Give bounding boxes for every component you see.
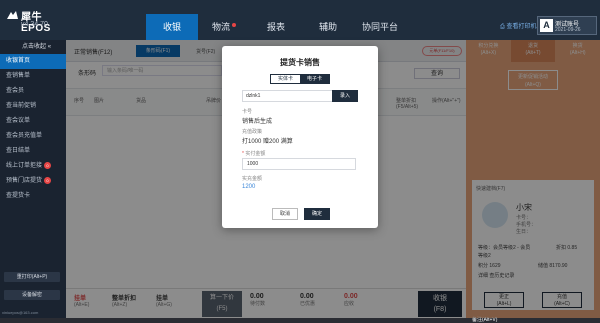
top-bar: 犀牛EPOS v4.34.70 收银 物流 报表 辅助 协同平台 ⎙ 查看打印机… — [0, 0, 600, 40]
card-type-tabs: 实体卡 电子卡 — [270, 74, 330, 84]
rhino-logo-icon — [7, 11, 18, 19]
cancel-button[interactable]: 取消 — [272, 208, 298, 220]
nav-assist[interactable]: 辅助 — [302, 14, 354, 40]
main-nav: 收银 物流 报表 辅助 协同平台 — [146, 14, 406, 40]
policy-label: 充值政策 — [242, 129, 263, 135]
count-badge: 0 — [44, 162, 52, 169]
sidebar-collapse[interactable]: 点击收起 « — [0, 40, 66, 54]
sidebar-item-online-orders[interactable]: 线上订单拒接 0 — [0, 159, 66, 174]
app-logo: 犀牛EPOS v4.34.70 — [6, 6, 66, 34]
app-version: v4.34.70 — [21, 21, 48, 28]
paid-amount-label: * 实付金额 — [242, 151, 266, 157]
device-unlock-button[interactable]: 设备解密 — [4, 290, 60, 300]
tab-electronic-card[interactable]: 电子卡 — [300, 75, 329, 83]
account-box[interactable]: A 测试账号 2021-09-26 — [537, 16, 597, 35]
nav-reports[interactable]: 报表 — [250, 14, 302, 40]
card-no-value: 销售后生成 — [242, 119, 273, 125]
account-avatar: A — [540, 19, 553, 32]
real-amount-value: 1200 — [242, 184, 256, 190]
nav-cashier[interactable]: 收银 — [146, 14, 198, 40]
sidebar-item-pickup-cards[interactable]: 查提货卡 — [0, 189, 66, 204]
count-badge: 0 — [44, 177, 52, 184]
dialog-title: 提货卡销售 — [280, 58, 320, 67]
pickup-card-sale-dialog: 提货卡销售 实体卡 电子卡 dzlnk1 录入 卡号 销售后生成 充值政策 打1… — [222, 46, 378, 228]
paid-amount-input[interactable]: 1000 — [242, 158, 356, 170]
sidebar-item-daily[interactable]: 查日结单 — [0, 144, 66, 159]
policy-value: 打1000 赠200 满算 — [242, 139, 293, 145]
sidebar-item-sales-orders[interactable]: 查销售单 — [0, 69, 66, 84]
sidebar-item-promotions[interactable]: 查当前促销 — [0, 99, 66, 114]
reprint-button[interactable]: 重打印(Alt+P) — [4, 272, 60, 282]
sidebar-item-home[interactable]: 收银首页 — [0, 54, 66, 69]
real-amount-label: 实充金额 — [242, 176, 263, 182]
sidebar-item-members[interactable]: 查会员 — [0, 84, 66, 99]
nav-logistics[interactable]: 物流 — [198, 14, 250, 40]
confirm-button[interactable]: 确定 — [304, 208, 330, 220]
sidebar-item-recharge[interactable]: 查会员充值单 — [0, 129, 66, 144]
nav-collab[interactable]: 协同平台 — [354, 14, 406, 40]
sidebar-item-meetings[interactable]: 查会议单 — [0, 114, 66, 129]
card-no-label: 卡号 — [242, 109, 253, 115]
enter-button[interactable]: 录入 — [332, 90, 358, 102]
printer-link[interactable]: ⎙ 查看打印机 — [500, 21, 536, 31]
sidebar-item-presale[interactable]: 预售门店提货 0 — [0, 174, 66, 189]
sidebar: 点击收起 « 收银首页 查销售单 查会员 查当前促销 查会议单 查会员充值单 查… — [0, 40, 66, 318]
notification-dot — [232, 23, 236, 27]
account-date: 2021-09-26 — [555, 27, 581, 33]
tab-physical-card[interactable]: 实体卡 — [271, 75, 300, 83]
collapse-icon: « — [47, 44, 52, 50]
sidebar-footer: xiniuepos@163.com — [2, 310, 39, 315]
